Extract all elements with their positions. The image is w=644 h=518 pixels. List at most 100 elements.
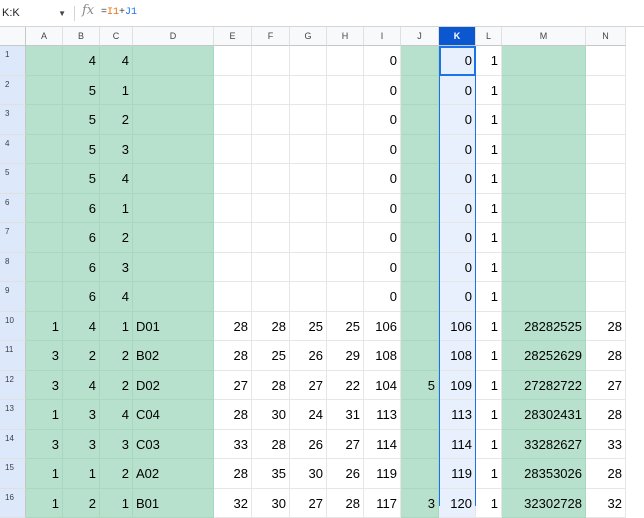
cell-n4[interactable] [586, 135, 626, 165]
cell-k8[interactable]: 0 [439, 253, 476, 283]
cell-d1[interactable] [133, 46, 214, 76]
cell-h3[interactable] [327, 105, 364, 135]
cell-m12[interactable]: 27282722 [502, 371, 586, 401]
cell-c9[interactable]: 4 [100, 282, 133, 312]
cell-e12[interactable]: 27 [214, 371, 252, 401]
cell-c7[interactable]: 2 [100, 223, 133, 253]
cell-a12[interactable]: 3 [26, 371, 63, 401]
cell-b14[interactable]: 3 [63, 430, 100, 460]
cell-f14[interactable]: 28 [252, 430, 290, 460]
cell-g8[interactable] [290, 253, 327, 283]
cell-m10[interactable]: 28282525 [502, 312, 586, 342]
row-header-5[interactable]: 5 [0, 164, 26, 194]
column-header-a[interactable]: A [26, 27, 63, 46]
cell-d3[interactable] [133, 105, 214, 135]
row-header-11[interactable]: 11 [0, 341, 26, 371]
cell-n7[interactable] [586, 223, 626, 253]
cell-n10[interactable]: 28 [586, 312, 626, 342]
cell-i2[interactable]: 0 [364, 76, 401, 106]
cell-i1[interactable]: 0 [364, 46, 401, 76]
cell-k6[interactable]: 0 [439, 194, 476, 224]
cell-n3[interactable] [586, 105, 626, 135]
cell-e11[interactable]: 28 [214, 341, 252, 371]
cell-a16[interactable]: 1 [26, 489, 63, 518]
row-header-6[interactable]: 6 [0, 194, 26, 224]
cell-a4[interactable] [26, 135, 63, 165]
cell-c16[interactable]: 1 [100, 489, 133, 518]
name-box[interactable]: K:K ▼ [2, 4, 70, 23]
cell-n14[interactable]: 33 [586, 430, 626, 460]
cell-f13[interactable]: 30 [252, 400, 290, 430]
cell-e8[interactable] [214, 253, 252, 283]
cell-g1[interactable] [290, 46, 327, 76]
cell-j7[interactable] [401, 223, 439, 253]
cell-a6[interactable] [26, 194, 63, 224]
cell-a2[interactable] [26, 76, 63, 106]
column-header-k[interactable]: K [439, 27, 476, 46]
row-header-12[interactable]: 12 [0, 371, 26, 401]
column-header-d[interactable]: D [133, 27, 214, 46]
row-header-7[interactable]: 7 [0, 223, 26, 253]
cell-g16[interactable]: 27 [290, 489, 327, 518]
cell-a15[interactable]: 1 [26, 459, 63, 489]
column-header-g[interactable]: G [290, 27, 327, 46]
cell-a7[interactable] [26, 223, 63, 253]
column-header-j[interactable]: J [401, 27, 439, 46]
cell-h15[interactable]: 26 [327, 459, 364, 489]
cell-i3[interactable]: 0 [364, 105, 401, 135]
cell-i12[interactable]: 104 [364, 371, 401, 401]
cell-i6[interactable]: 0 [364, 194, 401, 224]
cell-b8[interactable]: 6 [63, 253, 100, 283]
cell-k13[interactable]: 113 [439, 400, 476, 430]
cell-b9[interactable]: 6 [63, 282, 100, 312]
cell-l5[interactable]: 1 [476, 164, 502, 194]
cell-k1[interactable]: 0 [439, 46, 476, 76]
cell-n5[interactable] [586, 164, 626, 194]
cell-j9[interactable] [401, 282, 439, 312]
cell-d5[interactable] [133, 164, 214, 194]
cell-f16[interactable]: 30 [252, 489, 290, 518]
cell-b10[interactable]: 4 [63, 312, 100, 342]
cell-i9[interactable]: 0 [364, 282, 401, 312]
cell-f5[interactable] [252, 164, 290, 194]
cell-k3[interactable]: 0 [439, 105, 476, 135]
cell-e13[interactable]: 28 [214, 400, 252, 430]
cell-j1[interactable] [401, 46, 439, 76]
row-header-10[interactable]: 10 [0, 312, 26, 342]
cell-e14[interactable]: 33 [214, 430, 252, 460]
cell-f6[interactable] [252, 194, 290, 224]
cell-h13[interactable]: 31 [327, 400, 364, 430]
cell-n1[interactable] [586, 46, 626, 76]
cell-f4[interactable] [252, 135, 290, 165]
cell-j14[interactable] [401, 430, 439, 460]
cell-a3[interactable] [26, 105, 63, 135]
cell-b1[interactable]: 4 [63, 46, 100, 76]
cell-c4[interactable]: 3 [100, 135, 133, 165]
cell-j3[interactable] [401, 105, 439, 135]
cell-c5[interactable]: 4 [100, 164, 133, 194]
cell-l7[interactable]: 1 [476, 223, 502, 253]
cell-i7[interactable]: 0 [364, 223, 401, 253]
cell-g14[interactable]: 26 [290, 430, 327, 460]
cell-k5[interactable]: 0 [439, 164, 476, 194]
cell-k15[interactable]: 119 [439, 459, 476, 489]
cell-n13[interactable]: 28 [586, 400, 626, 430]
cell-k16[interactable]: 120 [439, 489, 476, 518]
cell-k9[interactable]: 0 [439, 282, 476, 312]
formula-input[interactable]: =I1+J1 [101, 7, 137, 18]
cell-l2[interactable]: 1 [476, 76, 502, 106]
cell-d2[interactable] [133, 76, 214, 106]
cell-n6[interactable] [586, 194, 626, 224]
cell-g15[interactable]: 30 [290, 459, 327, 489]
cell-d15[interactable]: A02 [133, 459, 214, 489]
cell-h6[interactable] [327, 194, 364, 224]
cell-l9[interactable]: 1 [476, 282, 502, 312]
cell-l6[interactable]: 1 [476, 194, 502, 224]
cell-h1[interactable] [327, 46, 364, 76]
cell-g4[interactable] [290, 135, 327, 165]
row-header-3[interactable]: 3 [0, 105, 26, 135]
cell-k2[interactable]: 0 [439, 76, 476, 106]
cell-k10[interactable]: 106 [439, 312, 476, 342]
column-header-h[interactable]: H [327, 27, 364, 46]
cell-m13[interactable]: 28302431 [502, 400, 586, 430]
